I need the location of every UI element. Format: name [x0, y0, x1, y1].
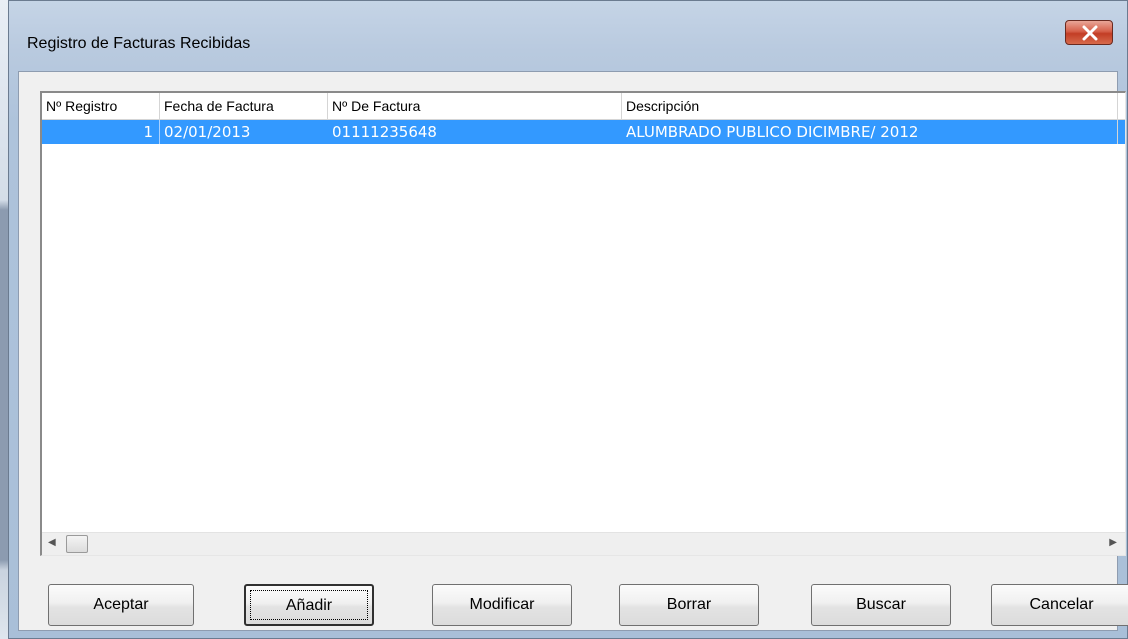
modificar-button[interactable]: Modificar	[432, 584, 572, 626]
dialog-window: Registro de Facturas Recibidas Nº Regist…	[8, 0, 1128, 639]
cell-registro: 1	[42, 120, 160, 144]
column-header-descripcion[interactable]: Descripción	[622, 93, 1118, 119]
cancelar-button[interactable]: Cancelar	[991, 584, 1128, 626]
column-header-fecha[interactable]: Fecha de Factura	[160, 93, 328, 119]
scrollbar-thumb[interactable]	[66, 535, 88, 553]
list-header: Nº Registro Fecha de Factura Nº De Factu…	[42, 93, 1125, 120]
cell-numero: 01111235648	[332, 123, 437, 141]
horizontal-scrollbar[interactable]: ◀ ▶	[42, 532, 1125, 555]
scroll-left-arrow-icon[interactable]: ◀	[48, 537, 56, 548]
aceptar-button[interactable]: Aceptar	[48, 584, 194, 626]
background-window-edge	[0, 0, 8, 639]
cell-descripcion: ALUMBRADO PUBLICO DICIMBRE/ 2012	[622, 120, 1118, 144]
title-bar[interactable]: Registro de Facturas Recibidas	[9, 1, 1127, 71]
close-icon	[1082, 25, 1098, 41]
column-header-numero[interactable]: Nº De Factura	[328, 93, 622, 119]
close-button[interactable]	[1065, 20, 1113, 45]
column-header-registro[interactable]: Nº Registro	[42, 93, 160, 119]
scroll-right-arrow-icon[interactable]: ▶	[1109, 537, 1117, 548]
window-title: Registro de Facturas Recibidas	[27, 35, 251, 52]
anadir-button[interactable]: Añadir	[244, 584, 374, 626]
dialog-client-area: Nº Registro Fecha de Factura Nº De Factu…	[18, 71, 1128, 631]
buscar-button[interactable]: Buscar	[811, 584, 951, 626]
invoices-list[interactable]: Nº Registro Fecha de Factura Nº De Factu…	[40, 91, 1126, 556]
focus-ring	[250, 590, 368, 620]
cell-fecha: 02/01/2013	[160, 120, 328, 144]
table-row[interactable]: 1 02/01/2013 01111235648 ALUMBRADO PUBLI…	[42, 120, 1125, 144]
borrar-button[interactable]: Borrar	[619, 584, 759, 626]
